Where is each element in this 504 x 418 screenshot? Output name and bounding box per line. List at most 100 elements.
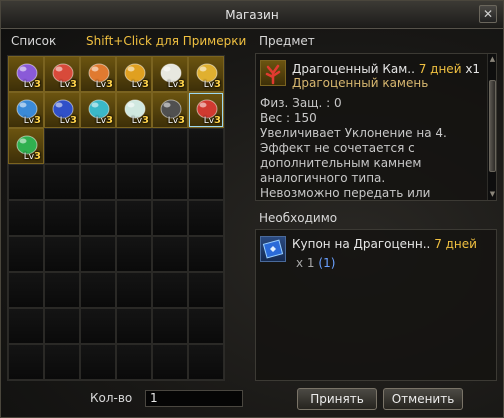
grid-empty-slot[interactable] xyxy=(44,272,80,308)
desc-line: дополнительным камнем xyxy=(260,156,422,170)
grid-item-slot[interactable]: Lv3 xyxy=(116,92,152,128)
grid-empty-slot[interactable] xyxy=(188,164,224,200)
coral-icon xyxy=(260,60,286,86)
required-amount: x 1 xyxy=(296,256,315,270)
required-owned: (1) xyxy=(318,256,336,270)
close-icon[interactable]: ✕ xyxy=(479,5,497,23)
grid-empty-slot[interactable] xyxy=(188,128,224,164)
grid-empty-slot[interactable] xyxy=(44,164,80,200)
try-on-hint: Shift+Click для Примерки xyxy=(86,34,247,48)
item-level-label: Lv3 xyxy=(203,79,221,90)
grid-empty-slot[interactable] xyxy=(80,236,116,272)
item-level-label: Lv3 xyxy=(23,151,41,162)
item-scrollbar[interactable]: ▲ ▼ xyxy=(487,54,496,200)
item-duration: 7 дней xyxy=(418,62,462,76)
grid-empty-slot[interactable] xyxy=(152,272,188,308)
grid-empty-slot[interactable] xyxy=(44,236,80,272)
grid-empty-slot[interactable] xyxy=(80,164,116,200)
title-bar[interactable]: Магазин ✕ xyxy=(1,1,503,29)
item-grid: Lv3 Lv3 Lv3 Lv3 Lv3 Lv3 Lv3 Lv3 Lv3 Lv3 Lv3 Lv3 Lv3 xyxy=(7,55,225,381)
item-level-label: Lv3 xyxy=(131,115,149,126)
grid-empty-slot[interactable] xyxy=(152,128,188,164)
grid-item-slot[interactable]: Lv3 xyxy=(8,128,44,164)
grid-item-slot[interactable]: Lv3 xyxy=(188,92,224,128)
grid-empty-slot[interactable] xyxy=(152,200,188,236)
quantity-label: Кол-во xyxy=(90,391,133,405)
grid-empty-slot[interactable] xyxy=(116,344,152,380)
grid-item-slot[interactable]: Lv3 xyxy=(44,56,80,92)
grid-item-slot[interactable]: Lv3 xyxy=(44,92,80,128)
grid-item-slot[interactable]: Lv3 xyxy=(80,56,116,92)
shop-window: Магазин ✕ Список Shift+Click для Примерк… xyxy=(0,0,504,418)
scroll-down-icon[interactable]: ▼ xyxy=(488,190,497,199)
item-title-row: Драгоценный Кам.. 7 дней x1 xyxy=(292,62,480,77)
item-level-label: Lv3 xyxy=(167,115,185,126)
grid-item-slot[interactable]: Lv3 xyxy=(80,92,116,128)
grid-empty-slot[interactable] xyxy=(152,344,188,380)
item-section-header: Предмет xyxy=(259,34,315,48)
item-name: Драгоценный Кам.. xyxy=(292,62,415,76)
grid-item-slot[interactable]: Lv3 xyxy=(116,56,152,92)
grid-empty-slot[interactable] xyxy=(116,272,152,308)
grid-item-slot[interactable]: Lv3 xyxy=(8,92,44,128)
grid-empty-slot[interactable] xyxy=(188,236,224,272)
scroll-thumb[interactable] xyxy=(489,80,496,172)
cancel-button[interactable]: Отменить xyxy=(383,388,463,410)
grid-empty-slot[interactable] xyxy=(188,272,224,308)
grid-empty-slot[interactable] xyxy=(80,128,116,164)
grid-empty-slot[interactable] xyxy=(116,200,152,236)
quantity-input[interactable]: 1 xyxy=(145,390,243,407)
desc-line: аналогичного типа. xyxy=(260,171,386,185)
grid-item-slot[interactable]: Lv3 xyxy=(152,92,188,128)
grid-empty-slot[interactable] xyxy=(44,128,80,164)
item-level-label: Lv3 xyxy=(23,115,41,126)
grid-empty-slot[interactable] xyxy=(80,272,116,308)
item-level-label: Lv3 xyxy=(203,115,221,126)
desc-line: Невозможно передать или xyxy=(260,186,431,200)
item-level-label: Lv3 xyxy=(59,79,77,90)
grid-empty-slot[interactable] xyxy=(8,200,44,236)
list-header: Список xyxy=(11,34,57,48)
grid-empty-slot[interactable] xyxy=(116,236,152,272)
scroll-up-icon[interactable]: ▲ xyxy=(488,55,497,64)
item-count: x1 xyxy=(465,62,481,76)
grid-empty-slot[interactable] xyxy=(188,308,224,344)
grid-empty-slot[interactable] xyxy=(8,308,44,344)
grid-empty-slot[interactable] xyxy=(44,200,80,236)
grid-empty-slot[interactable] xyxy=(116,164,152,200)
grid-empty-slot[interactable] xyxy=(8,272,44,308)
grid-empty-slot[interactable] xyxy=(80,308,116,344)
grid-empty-slot[interactable] xyxy=(44,308,80,344)
required-title-row: Купон на Драгоценн.. 7 дней xyxy=(292,237,477,252)
item-phys-def: Физ. Защ. : 0 xyxy=(260,96,342,110)
item-type: Драгоценный камень xyxy=(292,76,429,90)
desc-line: Эффект не сочетается с xyxy=(260,141,415,155)
required-amount-row: x 1 (1) xyxy=(296,256,335,271)
item-detail-panel: Драгоценный Кам.. 7 дней x1 Драгоценный … xyxy=(255,53,497,201)
required-header: Необходимо xyxy=(259,211,338,225)
grid-empty-slot[interactable] xyxy=(152,164,188,200)
grid-item-slot[interactable]: Lv3 xyxy=(152,56,188,92)
grid-empty-slot[interactable] xyxy=(80,344,116,380)
item-level-label: Lv3 xyxy=(95,115,113,126)
accept-button[interactable]: Принять xyxy=(297,388,377,410)
item-level-label: Lv3 xyxy=(59,115,77,126)
grid-item-slot[interactable]: Lv3 xyxy=(188,56,224,92)
required-panel: Купон на Драгоценн.. 7 дней x 1 (1) xyxy=(255,229,497,381)
grid-empty-slot[interactable] xyxy=(80,200,116,236)
item-level-label: Lv3 xyxy=(131,79,149,90)
grid-empty-slot[interactable] xyxy=(152,308,188,344)
item-level-label: Lv3 xyxy=(167,79,185,90)
grid-empty-slot[interactable] xyxy=(8,344,44,380)
grid-empty-slot[interactable] xyxy=(44,344,80,380)
grid-item-slot[interactable]: Lv3 xyxy=(8,56,44,92)
item-description: Увеличивает Уклонение на 4. Эффект не со… xyxy=(260,126,447,201)
grid-empty-slot[interactable] xyxy=(116,128,152,164)
window-title: Магазин xyxy=(225,8,279,22)
grid-empty-slot[interactable] xyxy=(188,344,224,380)
grid-empty-slot[interactable] xyxy=(116,308,152,344)
grid-empty-slot[interactable] xyxy=(188,200,224,236)
grid-empty-slot[interactable] xyxy=(152,236,188,272)
grid-empty-slot[interactable] xyxy=(8,236,44,272)
grid-empty-slot[interactable] xyxy=(8,164,44,200)
